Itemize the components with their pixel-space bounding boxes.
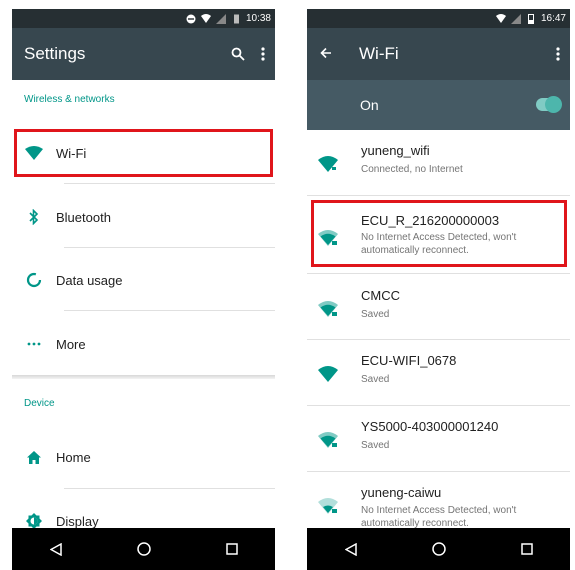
settings-item-label: Data usage: [56, 272, 123, 288]
app-bar: Wi-Fi: [307, 28, 570, 80]
status-time: 16:47: [540, 13, 566, 24]
settings-item-label: Home: [56, 449, 91, 465]
toggle-knob: [545, 96, 562, 113]
section-separator: [12, 375, 275, 379]
network-status: No Internet Access Detected, won't autom…: [361, 505, 517, 529]
overflow-menu-icon[interactable]: [556, 47, 560, 61]
back-nav-icon[interactable]: [344, 542, 357, 556]
section-header-wireless: Wireless & networks: [24, 94, 115, 105]
recents-nav-icon[interactable]: [225, 543, 238, 555]
status-bar: 10:38: [12, 9, 275, 28]
battery-icon: [233, 14, 239, 23]
home-nav-icon[interactable]: [431, 542, 446, 556]
recents-nav-icon[interactable]: [520, 543, 533, 555]
back-arrow-icon[interactable]: [307, 44, 345, 64]
network-ssid: yuneng_wifi: [361, 143, 430, 158]
data-usage-icon: [12, 272, 56, 288]
network-item[interactable]: ECU-WIFI_0678 Saved: [307, 340, 570, 404]
wifi-signal-icon: [318, 366, 338, 382]
search-icon[interactable]: [231, 47, 245, 61]
battery-icon: [527, 13, 534, 24]
bluetooth-icon: [12, 209, 56, 225]
signal-icon: [215, 13, 226, 24]
overflow-menu-icon[interactable]: [261, 47, 265, 61]
network-ssid: ECU-WIFI_0678: [361, 353, 457, 368]
network-item[interactable]: yuneng-caiwu No Internet Access Detected…: [307, 472, 570, 530]
network-status: Saved: [361, 440, 390, 451]
wifi-screen: 16:47 Wi-Fi On yuneng_wifi Connected, no…: [307, 9, 570, 570]
wifi-switch-label: On: [360, 97, 379, 113]
network-item[interactable]: yuneng_wifi Connected, no Internet: [307, 130, 570, 200]
divider: [64, 488, 275, 489]
home-icon: [12, 450, 56, 464]
divider: [64, 183, 275, 184]
divider: [64, 310, 275, 311]
settings-item-home[interactable]: Home: [12, 426, 275, 488]
network-status: Saved: [361, 309, 390, 320]
settings-item-data-usage[interactable]: Data usage: [12, 249, 275, 311]
display-brightness-icon: [12, 513, 56, 529]
settings-screen: 10:38 Settings Wireless & networks Wi-Fi…: [12, 9, 275, 570]
divider: [307, 273, 570, 274]
nav-bar: [12, 528, 275, 570]
settings-item-bluetooth[interactable]: Bluetooth: [12, 186, 275, 248]
wifi-signal-weak-locked-icon: [318, 498, 338, 514]
wifi-status-icon: [200, 13, 211, 23]
page-title: Settings: [24, 44, 86, 63]
status-time: 10:38: [245, 13, 271, 24]
wifi-toggle[interactable]: [536, 96, 562, 113]
do-not-disturb-icon: [186, 14, 196, 23]
divider: [307, 195, 570, 196]
home-nav-icon[interactable]: [136, 542, 151, 556]
network-status: Connected, no Internet: [361, 164, 463, 175]
wifi-master-switch[interactable]: On: [307, 80, 570, 130]
section-header-device: Device: [24, 398, 55, 409]
network-ssid: YS5000-403000001240: [361, 419, 499, 434]
settings-item-more[interactable]: More: [12, 313, 275, 375]
network-item[interactable]: YS5000-403000001240 Saved: [307, 406, 570, 472]
page-title: Wi-Fi: [359, 44, 399, 63]
app-bar: Settings: [12, 28, 275, 80]
settings-item-label: Display: [56, 513, 99, 529]
status-bar: 16:47: [307, 9, 570, 28]
signal-icon: [510, 13, 521, 24]
wifi-signal-locked-icon: [318, 301, 338, 317]
back-nav-icon[interactable]: [49, 542, 62, 556]
settings-item-label: More: [56, 336, 86, 352]
network-ssid: yuneng-caiwu: [361, 485, 442, 500]
wifi-signal-locked-icon: [318, 432, 338, 448]
wifi-status-icon: [495, 13, 506, 23]
settings-item-label: Bluetooth: [56, 209, 111, 225]
highlight-box: [14, 129, 273, 177]
nav-bar: [307, 528, 570, 570]
highlight-box: [311, 200, 567, 267]
network-item[interactable]: CMCC Saved: [307, 275, 570, 339]
network-status: Saved: [361, 374, 390, 385]
network-ssid: CMCC: [361, 288, 400, 303]
divider: [64, 247, 275, 248]
more-dots-icon: [12, 342, 56, 346]
wifi-signal-icon: [318, 156, 338, 172]
